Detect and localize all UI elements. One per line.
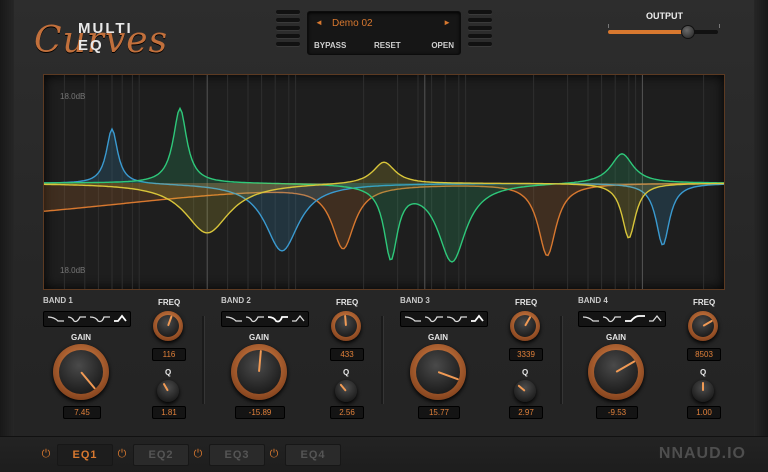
- band-4-title: BAND 4: [578, 296, 608, 305]
- plugin-window: Curves MULTI EQ ◄ Demo 02 ► BYPASS RESET…: [0, 0, 768, 472]
- preset-name: Demo 02: [332, 18, 373, 29]
- band-divider: [381, 316, 384, 404]
- band-1-gain-value[interactable]: 7.45: [63, 406, 101, 419]
- open-button[interactable]: OPEN: [431, 41, 454, 50]
- band-3-title: BAND 3: [400, 296, 430, 305]
- band-4-gain-label: GAIN: [606, 333, 626, 342]
- output-slider-thumb[interactable]: [681, 25, 696, 39]
- tab-eq3[interactable]: EQ3: [209, 444, 265, 466]
- eq2-power-icon[interactable]: ⏻: [114, 446, 130, 462]
- bypass-button[interactable]: BYPASS: [314, 41, 346, 50]
- band-4-gain-knob[interactable]: [588, 344, 644, 400]
- db-bottom-label: 18.0dB: [60, 266, 86, 275]
- eq1-power-icon[interactable]: ⏻: [38, 446, 54, 462]
- band-2-freq-value[interactable]: 433: [330, 348, 364, 361]
- speaker-grille-left: [276, 10, 300, 54]
- band-divider: [560, 316, 563, 404]
- left-side-rail: [0, 0, 14, 472]
- band-2-gain-knob[interactable]: [231, 344, 287, 400]
- band-4-filter-shape-selector[interactable]: [578, 311, 666, 327]
- band-1-q-label: Q: [165, 368, 172, 377]
- band-3-freq-knob[interactable]: [510, 311, 540, 341]
- band-2-panel: BAND 2 FREQ 433 GAIN -15.89 Q 2.56: [221, 294, 391, 426]
- eq-curves: [44, 75, 724, 289]
- tab-eq2[interactable]: EQ2: [133, 444, 189, 466]
- reset-button[interactable]: RESET: [374, 41, 401, 50]
- band-3-q-label: Q: [522, 368, 529, 377]
- filter-shapes-icon: [47, 314, 127, 323]
- filter-shapes-icon: [225, 314, 305, 323]
- band-3-freq-label: FREQ: [515, 298, 538, 307]
- band-3-freq-value[interactable]: 3339: [509, 348, 543, 361]
- band-1-freq-value[interactable]: 116: [152, 348, 186, 361]
- band-1-freq-label: FREQ: [158, 298, 181, 307]
- filter-shapes-icon: [582, 314, 662, 323]
- band-2-q-knob[interactable]: [335, 380, 357, 402]
- band-3-q-knob[interactable]: [514, 380, 536, 402]
- band-3-gain-knob[interactable]: [410, 344, 466, 400]
- band-2-title: BAND 2: [221, 296, 251, 305]
- eq4-power-icon[interactable]: ⏻: [266, 446, 282, 462]
- band-4-q-label: Q: [700, 368, 707, 377]
- band-3-gain-value[interactable]: 15.77: [418, 406, 460, 419]
- band-1-q-knob[interactable]: [157, 380, 179, 402]
- band-2-freq-knob[interactable]: [331, 311, 361, 341]
- band-1-filter-shape-selector[interactable]: [43, 311, 131, 327]
- tab-eq4[interactable]: EQ4: [285, 444, 341, 466]
- tab-eq1[interactable]: EQ1: [57, 444, 113, 466]
- band-3-panel: BAND 3 FREQ 3339 GAIN 15.77 Q 2.97: [400, 294, 570, 426]
- band-2-gain-label: GAIN: [249, 333, 269, 342]
- band-2-gain-value[interactable]: -15.89: [235, 406, 285, 419]
- band-2-filter-shape-selector[interactable]: [221, 311, 309, 327]
- output-label: OUTPUT: [646, 11, 683, 21]
- output-slider[interactable]: [608, 25, 718, 39]
- band-1-title: BAND 1: [43, 296, 73, 305]
- band-1-freq-knob[interactable]: [153, 311, 183, 341]
- logo-multi-eq-text: MULTI EQ: [78, 20, 133, 54]
- band-1-gain-knob[interactable]: [53, 344, 109, 400]
- band-4-freq-knob[interactable]: [688, 311, 718, 341]
- band-4-gain-value[interactable]: -9.53: [596, 406, 638, 419]
- band-1-q-value[interactable]: 1.81: [152, 406, 186, 419]
- right-side-rail: [754, 0, 768, 472]
- preset-panel: ◄ Demo 02 ► BYPASS RESET OPEN: [307, 11, 461, 55]
- band-2-q-label: Q: [343, 368, 350, 377]
- brand-logo: NNAUD.IO: [658, 445, 746, 462]
- eq-graph[interactable]: 18.0dB 18.0dB: [43, 74, 725, 290]
- logo: Curves MULTI EQ: [34, 6, 167, 61]
- eq3-power-icon[interactable]: ⏻: [190, 446, 206, 462]
- prev-preset-button[interactable]: ◄: [315, 18, 323, 27]
- band-4-q-value[interactable]: 1.00: [687, 406, 721, 419]
- band-3-gain-label: GAIN: [428, 333, 448, 342]
- db-top-label: 18.0dB: [60, 92, 86, 101]
- band-4-freq-value[interactable]: 8503: [687, 348, 721, 361]
- band-3-filter-shape-selector[interactable]: [400, 311, 488, 327]
- band-3-q-value[interactable]: 2.97: [509, 406, 543, 419]
- band-2-q-value[interactable]: 2.56: [330, 406, 364, 419]
- band-4-panel: BAND 4 FREQ 8503 GAIN -9.53 Q 1.00: [578, 294, 748, 426]
- output-scale: [608, 24, 720, 28]
- band-4-q-knob[interactable]: [692, 380, 714, 402]
- speaker-grille-right: [468, 10, 492, 54]
- next-preset-button[interactable]: ►: [443, 18, 451, 27]
- band-divider: [202, 316, 205, 404]
- band-1-panel: BAND 1 FREQ 116 GAIN 7.45 Q 1.81: [43, 294, 213, 426]
- band-1-gain-label: GAIN: [71, 333, 91, 342]
- output-slider-fill: [608, 30, 688, 34]
- filter-shapes-icon: [404, 314, 484, 323]
- footer-bar: ⏻ EQ1 ⏻ EQ2 ⏻ EQ3 ⏻ EQ4 NNAUD.IO: [0, 436, 768, 472]
- band-4-freq-label: FREQ: [693, 298, 716, 307]
- band-2-freq-label: FREQ: [336, 298, 359, 307]
